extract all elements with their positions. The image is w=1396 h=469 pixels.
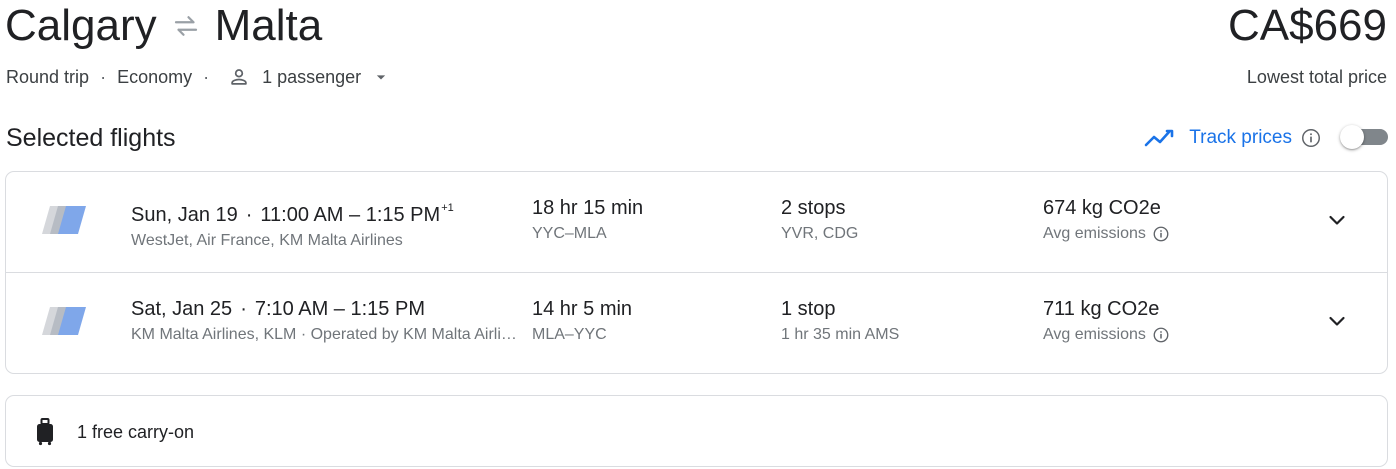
flight-route: YYC–MLA (532, 225, 607, 242)
trending-up-icon (1144, 129, 1174, 147)
swap-arrows-icon (174, 16, 197, 36)
stops-column: 2 stops YVR, CDG (781, 196, 858, 244)
flight-date: Sat, Jan 25 (131, 298, 233, 320)
expand-chevron-icon[interactable] (1325, 309, 1349, 333)
caret-down-icon (377, 75, 386, 80)
trip-type: Round trip (6, 67, 90, 87)
flight-duration: 14 hr 5 min (532, 298, 633, 320)
emissions-column: 711 kg CO2e Avg emissions (1043, 297, 1170, 345)
price-caption: Lowest total price (1246, 67, 1387, 87)
flight-duration: 18 hr 15 min (532, 197, 644, 219)
flight-row-return[interactable]: Sat, Jan 25 · 7:10 AM – 1:15 PM KM Malta A… (6, 272, 1387, 372)
passenger-selector[interactable]: 1 passenger (220, 64, 391, 90)
airline-logo-icon (42, 307, 86, 335)
person-icon (231, 69, 247, 85)
cabin-class: Economy (117, 67, 193, 87)
trip-options: Round trip · Economy · 1 passenger (6, 64, 391, 90)
info-icon[interactable] (1300, 127, 1322, 149)
stop-count: 1 stop (781, 298, 836, 320)
passenger-count: 1 passenger (262, 67, 362, 87)
arrive-time: 1:15 PM (365, 204, 441, 226)
emissions-column: 674 kg CO2e Avg emissions (1043, 196, 1170, 244)
duration-column: 14 hr 5 min MLA–YYC (532, 297, 632, 345)
separator-dot: · (240, 298, 247, 320)
origin-city: Calgary (5, 1, 157, 50)
stop-detail: YVR, CDG (781, 225, 859, 242)
flight-schedule: Sun, Jan 19 · 11:00 AM – 1:15 PM+1 (131, 202, 454, 226)
emissions-label: Avg emissions (1043, 225, 1146, 242)
selected-flights-heading: Selected flights (6, 124, 176, 152)
flight-times: Sat, Jan 25 · 7:10 AM – 1:15 PM KM Malta A… (131, 297, 523, 345)
flight-route: MLA–YYC (532, 326, 607, 343)
emissions-label: Avg emissions (1043, 326, 1146, 343)
selected-flights-card: Sun, Jan 19 · 11:00 AM – 1:15 PM+1 WestJet… (5, 171, 1388, 374)
baggage-label: 1 free carry-on (77, 422, 195, 442)
destination-city: Malta (214, 1, 323, 50)
emissions-value: 674 kg CO2e (1043, 197, 1161, 219)
depart-time: 7:10 AM (254, 298, 329, 320)
flight-date: Sun, Jan 19 (131, 204, 238, 226)
flight-row-outbound[interactable]: Sun, Jan 19 · 11:00 AM – 1:15 PM+1 WestJet… (6, 172, 1387, 272)
separator-dot: · (100, 67, 107, 87)
stop-detail: 1 hr 35 min AMS (781, 326, 900, 343)
duration-column: 18 hr 15 min YYC–MLA (532, 196, 643, 244)
expand-chevron-icon[interactable] (1325, 208, 1349, 232)
emissions-value: 711 kg CO2e (1043, 298, 1160, 320)
depart-time: 11:00 AM (260, 204, 344, 226)
flight-schedule: Sat, Jan 25 · 7:10 AM – 1:15 PM (131, 298, 425, 320)
carry-on-bag-icon (37, 418, 53, 446)
airline-logo-icon (42, 206, 86, 234)
flight-times: Sun, Jan 19 · 11:00 AM – 1:15 PM+1 WestJet… (131, 196, 454, 251)
separator-dot: · (245, 204, 253, 226)
track-prices-toggle[interactable] (1340, 125, 1388, 149)
info-icon[interactable] (1152, 225, 1170, 243)
airlines: KM Malta Airlines, KLM · Operated by KM … (131, 326, 523, 343)
separator-dot: · (203, 67, 210, 87)
track-prices-label: Track prices (1189, 127, 1292, 148)
total-price: CA$669 (1227, 1, 1387, 50)
flight-summary-page: Calgary Malta CA$669 Round trip · Econom… (0, 0, 1396, 469)
track-prices-button[interactable]: Track prices (1144, 125, 1322, 151)
emissions-caption: Avg emissions (1043, 325, 1170, 345)
stop-count: 2 stops (781, 197, 846, 219)
info-icon[interactable] (1152, 326, 1170, 344)
toggle-knob (1340, 125, 1364, 149)
baggage-card: 1 free carry-on (5, 395, 1388, 467)
day-offset: +1 (441, 202, 454, 214)
route-title: Calgary Malta (5, 0, 322, 52)
stops-column: 1 stop 1 hr 35 min AMS (781, 297, 899, 345)
airlines: WestJet, Air France, KM Malta Airlines (131, 232, 403, 249)
emissions-caption: Avg emissions (1043, 224, 1170, 244)
arrive-time: 1:15 PM (350, 298, 425, 320)
